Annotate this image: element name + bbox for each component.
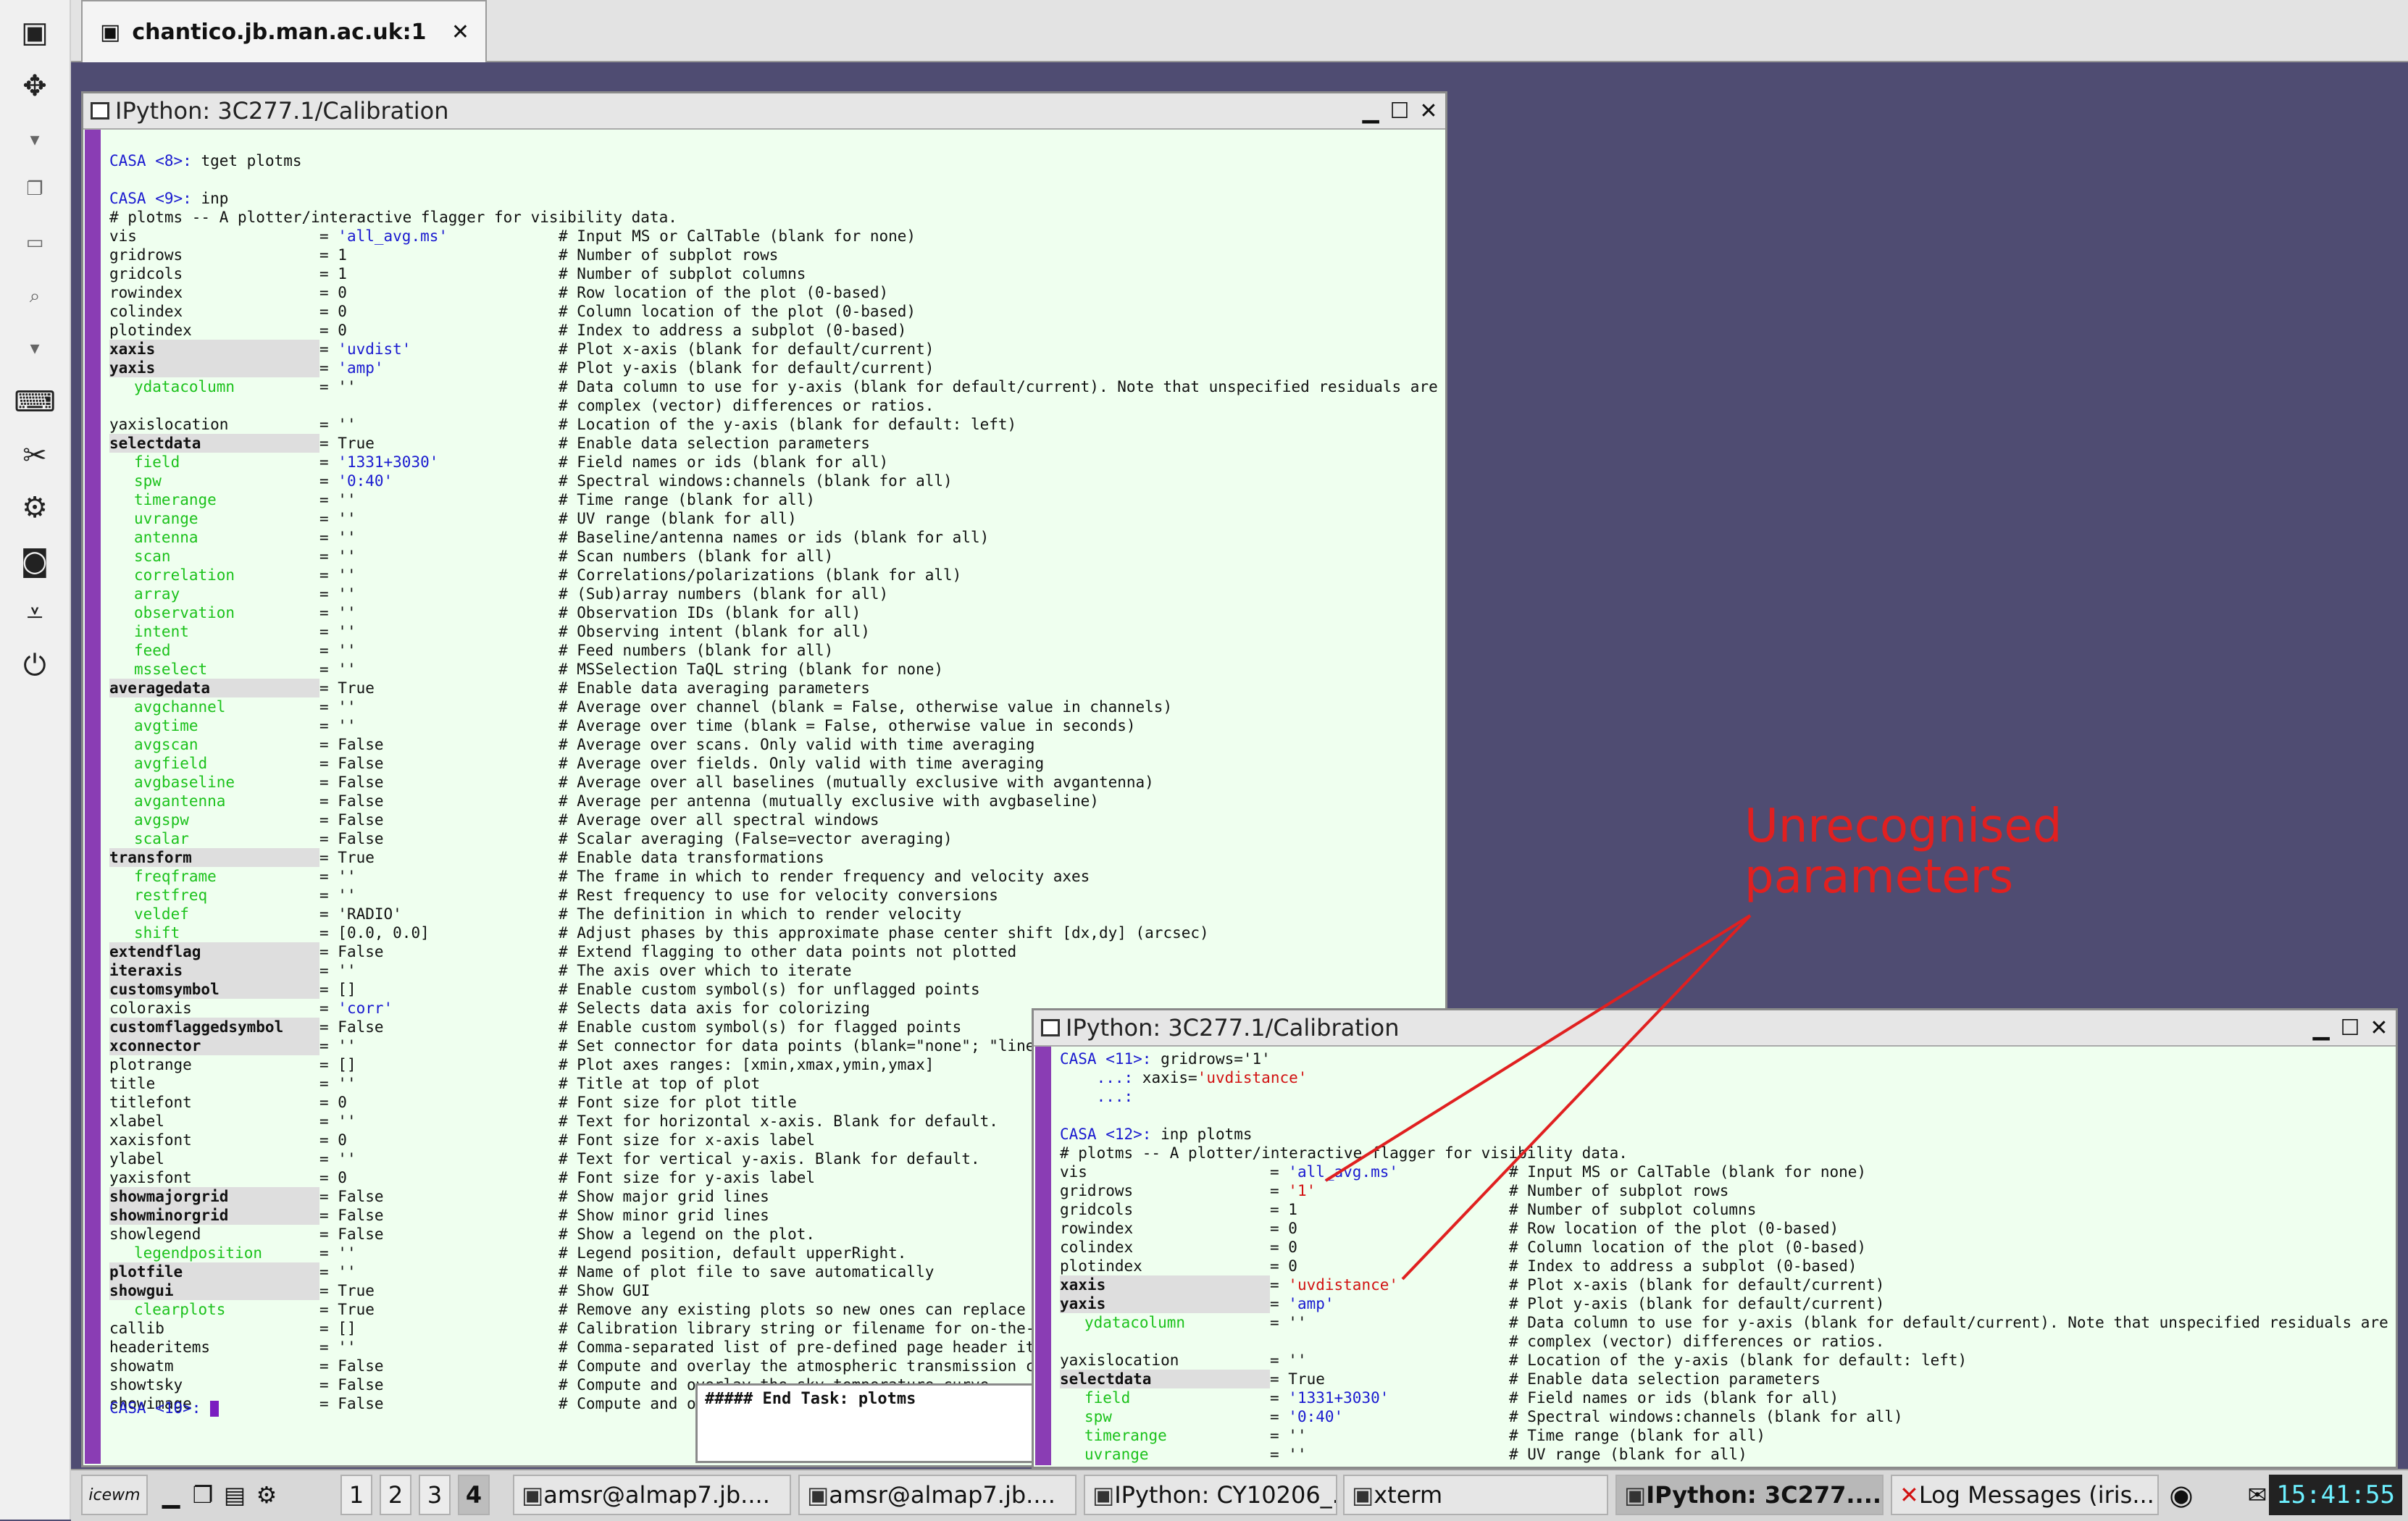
window-icon: ▣ <box>1624 1481 1647 1509</box>
window-icon: ▣ <box>807 1481 829 1509</box>
terminal-launcher-icon[interactable]: ▤ <box>220 1475 249 1515</box>
task-button[interactable]: ▣ amsr@almap7.jb.... <box>513 1475 791 1515</box>
task-label: amsr@almap7.jb.... <box>829 1481 1055 1509</box>
arrow-to-gridrows <box>1324 914 1752 1182</box>
task-label: IPython: CY10206_... <box>1114 1481 1337 1509</box>
window-icon: ▣ <box>1092 1481 1115 1509</box>
clock: 15:41:55 <box>2269 1475 2402 1515</box>
task-button[interactable]: ✕ Log Messages (iris... <box>1891 1475 2159 1515</box>
task-button[interactable]: ▣ IPython: CY10206_... <box>1084 1475 1337 1515</box>
task-button[interactable]: ▣ IPython: 3C277.... <box>1615 1475 1884 1515</box>
window-icon: ▣ <box>1352 1481 1374 1509</box>
task-label: amsr@almap7.jb.... <box>543 1481 770 1509</box>
annotation-arrows <box>1324 914 1752 1281</box>
settings-launcher-icon[interactable]: ⚙ <box>252 1475 281 1515</box>
close-icon: ✕ <box>1899 1481 1919 1509</box>
taskbar: icewm ▁ ❐ ▤ ⚙ ◉ ✉ 15:41:55 1 2 3 4 ▣ amsr@al… <box>71 1469 2408 1521</box>
task-label: IPython: 3C277.... <box>1646 1481 1881 1509</box>
window-icon: ▣ <box>522 1481 544 1509</box>
task-label: xterm <box>1374 1481 1443 1509</box>
task-button[interactable]: ▣ amsr@almap7.jb.... <box>798 1475 1077 1515</box>
minimize-all-icon[interactable]: ▁ <box>156 1475 185 1515</box>
desktop-button-3[interactable]: 3 <box>419 1475 451 1515</box>
desktop-button-2[interactable]: 2 <box>380 1475 411 1515</box>
desktop-button-4[interactable]: 4 <box>458 1475 490 1515</box>
task-button[interactable]: ▣ xterm <box>1343 1475 1608 1515</box>
desktop-button-1[interactable]: 1 <box>340 1475 372 1515</box>
arrow-to-xaxis <box>1401 914 1752 1281</box>
task-label: Log Messages (iris... <box>1918 1481 2154 1509</box>
mail-icon[interactable]: ✉ <box>2243 1475 2272 1515</box>
cpu-monitor-icon: ◉ <box>2169 1479 2194 1511</box>
window-list-icon[interactable]: ❐ <box>188 1475 217 1515</box>
start-button[interactable]: icewm <box>81 1475 148 1515</box>
